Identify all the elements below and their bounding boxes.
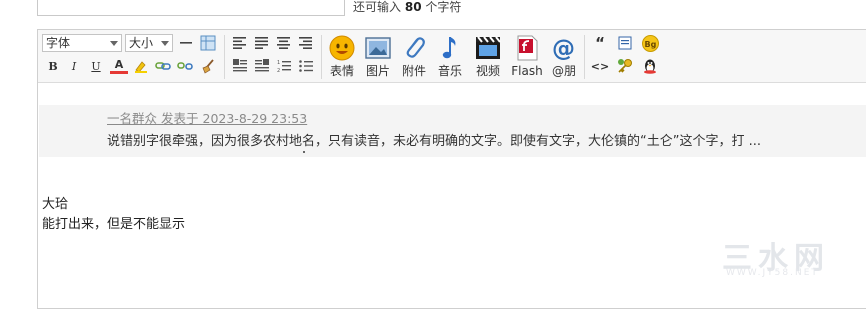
editor-line-1[interactable]: 大珨 xyxy=(42,193,68,212)
image-icon xyxy=(365,37,391,59)
attachment-label: 附件 xyxy=(401,64,426,78)
table-icon xyxy=(200,35,216,51)
emoji-label: 表情 xyxy=(329,64,354,78)
broom-icon xyxy=(202,59,214,74)
align-left-button[interactable] xyxy=(231,34,249,52)
unlink-icon xyxy=(177,62,193,70)
ordered-list-button[interactable]: 12 xyxy=(275,57,293,75)
quote-text: 说错别字很牵强，因为很多农村地名，只有读音，未必有明确的文字。即使有文字，大伦镇… xyxy=(107,134,761,149)
unlink-button[interactable] xyxy=(176,57,194,75)
code-button[interactable]: <> xyxy=(591,57,609,75)
float-right-icon xyxy=(255,59,269,72)
editor-toolbar: 字体 大小 B I U A 1 2 表情 图片 附件 音乐 视频 Flash @… xyxy=(38,30,866,83)
align-left-icon xyxy=(233,37,246,49)
align-center-icon xyxy=(277,37,290,49)
chevron-down-icon xyxy=(161,41,169,46)
align-justify-button[interactable] xyxy=(253,34,271,52)
attachment-button[interactable]: 附件 xyxy=(396,34,432,80)
align-center-button[interactable] xyxy=(275,34,293,52)
align-right-button[interactable] xyxy=(297,34,315,52)
highlighter-icon xyxy=(135,61,147,73)
horizontal-rule-button[interactable] xyxy=(177,34,195,52)
float-left-icon xyxy=(233,59,247,72)
link-button[interactable] xyxy=(154,57,172,75)
quote-meta: 一名群众 发表于 2023-8-29 23:53 xyxy=(107,108,307,127)
paperclip-icon xyxy=(406,37,425,58)
bullet-list-icon xyxy=(299,60,313,72)
mention-label: @朋 xyxy=(551,64,576,78)
qq-button[interactable] xyxy=(641,57,659,75)
text-cursor-dot xyxy=(303,151,305,153)
flash-button[interactable]: Flash xyxy=(509,34,545,80)
image-button[interactable]: 图片 xyxy=(360,34,396,80)
svg-text:1: 1 xyxy=(277,60,280,66)
counter-suffix: 个字符 xyxy=(425,0,462,14)
mention-button[interactable]: @ @朋 xyxy=(546,34,582,80)
at-icon: @ xyxy=(552,36,575,61)
key-icon xyxy=(618,59,632,73)
chain-link-icon xyxy=(155,62,171,70)
quote-time: 2023-8-29 23:53 xyxy=(202,111,308,126)
font-size-value: 大小 xyxy=(129,36,154,50)
video-label: 视频 xyxy=(475,64,500,78)
svg-text:@: @ xyxy=(552,36,575,61)
music-label: 音乐 xyxy=(437,64,462,78)
float-left-button[interactable] xyxy=(231,57,249,75)
image-label: 图片 xyxy=(365,64,390,78)
counter-prefix: 还可输入 xyxy=(353,0,402,14)
toolbar-separator xyxy=(321,35,322,79)
unordered-list-button[interactable] xyxy=(297,57,315,75)
emoji-button[interactable]: 表情 xyxy=(324,34,360,80)
font-color-button[interactable]: A xyxy=(110,57,128,74)
editor-line-2[interactable]: 能打出来，但是不能显示 xyxy=(42,213,185,232)
quote-author-link[interactable]: 一名群众 xyxy=(107,111,157,126)
background-button[interactable]: Bg xyxy=(641,34,659,52)
align-right-icon xyxy=(299,37,312,49)
chevron-down-icon xyxy=(110,41,118,46)
table-button[interactable] xyxy=(199,34,217,52)
free-block-button[interactable] xyxy=(616,34,634,52)
flash-icon xyxy=(517,35,538,61)
font-family-select[interactable]: 字体 xyxy=(42,34,122,52)
smiley-icon xyxy=(329,35,355,61)
quote-button[interactable]: “ xyxy=(591,34,609,52)
horizontal-line-icon xyxy=(180,42,192,44)
char-counter: 还可输入 80 个字符 xyxy=(353,0,461,15)
toolbar-separator xyxy=(224,35,225,79)
font-size-select[interactable]: 大小 xyxy=(125,34,173,52)
toolbar-separator xyxy=(584,35,585,79)
numbered-list-icon: 12 xyxy=(277,60,291,73)
video-button[interactable]: 视频 xyxy=(470,34,506,80)
bold-button[interactable]: B xyxy=(44,57,62,75)
music-note-icon xyxy=(442,37,456,59)
quote-posted-label: 发表于 xyxy=(161,111,199,126)
password-button[interactable] xyxy=(616,57,634,75)
flash-label: Flash xyxy=(511,64,543,78)
italic-button[interactable]: I xyxy=(65,57,83,75)
svg-text:2: 2 xyxy=(277,68,280,73)
font-family-value: 字体 xyxy=(46,36,71,50)
counter-value: 80 xyxy=(404,0,422,14)
underline-button[interactable]: U xyxy=(87,57,105,75)
highlight-button[interactable] xyxy=(132,57,150,75)
music-button[interactable]: 音乐 xyxy=(432,34,468,80)
film-icon xyxy=(476,36,501,59)
clear-format-button[interactable] xyxy=(199,57,217,75)
watermark-url: WWW.JY58.NET xyxy=(726,268,819,278)
float-right-button[interactable] xyxy=(253,57,271,75)
penguin-icon xyxy=(644,59,656,74)
document-icon xyxy=(618,36,632,50)
title-input[interactable] xyxy=(37,0,345,16)
align-justify-icon xyxy=(255,37,268,49)
bg-badge-icon: Bg xyxy=(641,34,659,52)
bg-badge-text: Bg xyxy=(644,40,656,49)
